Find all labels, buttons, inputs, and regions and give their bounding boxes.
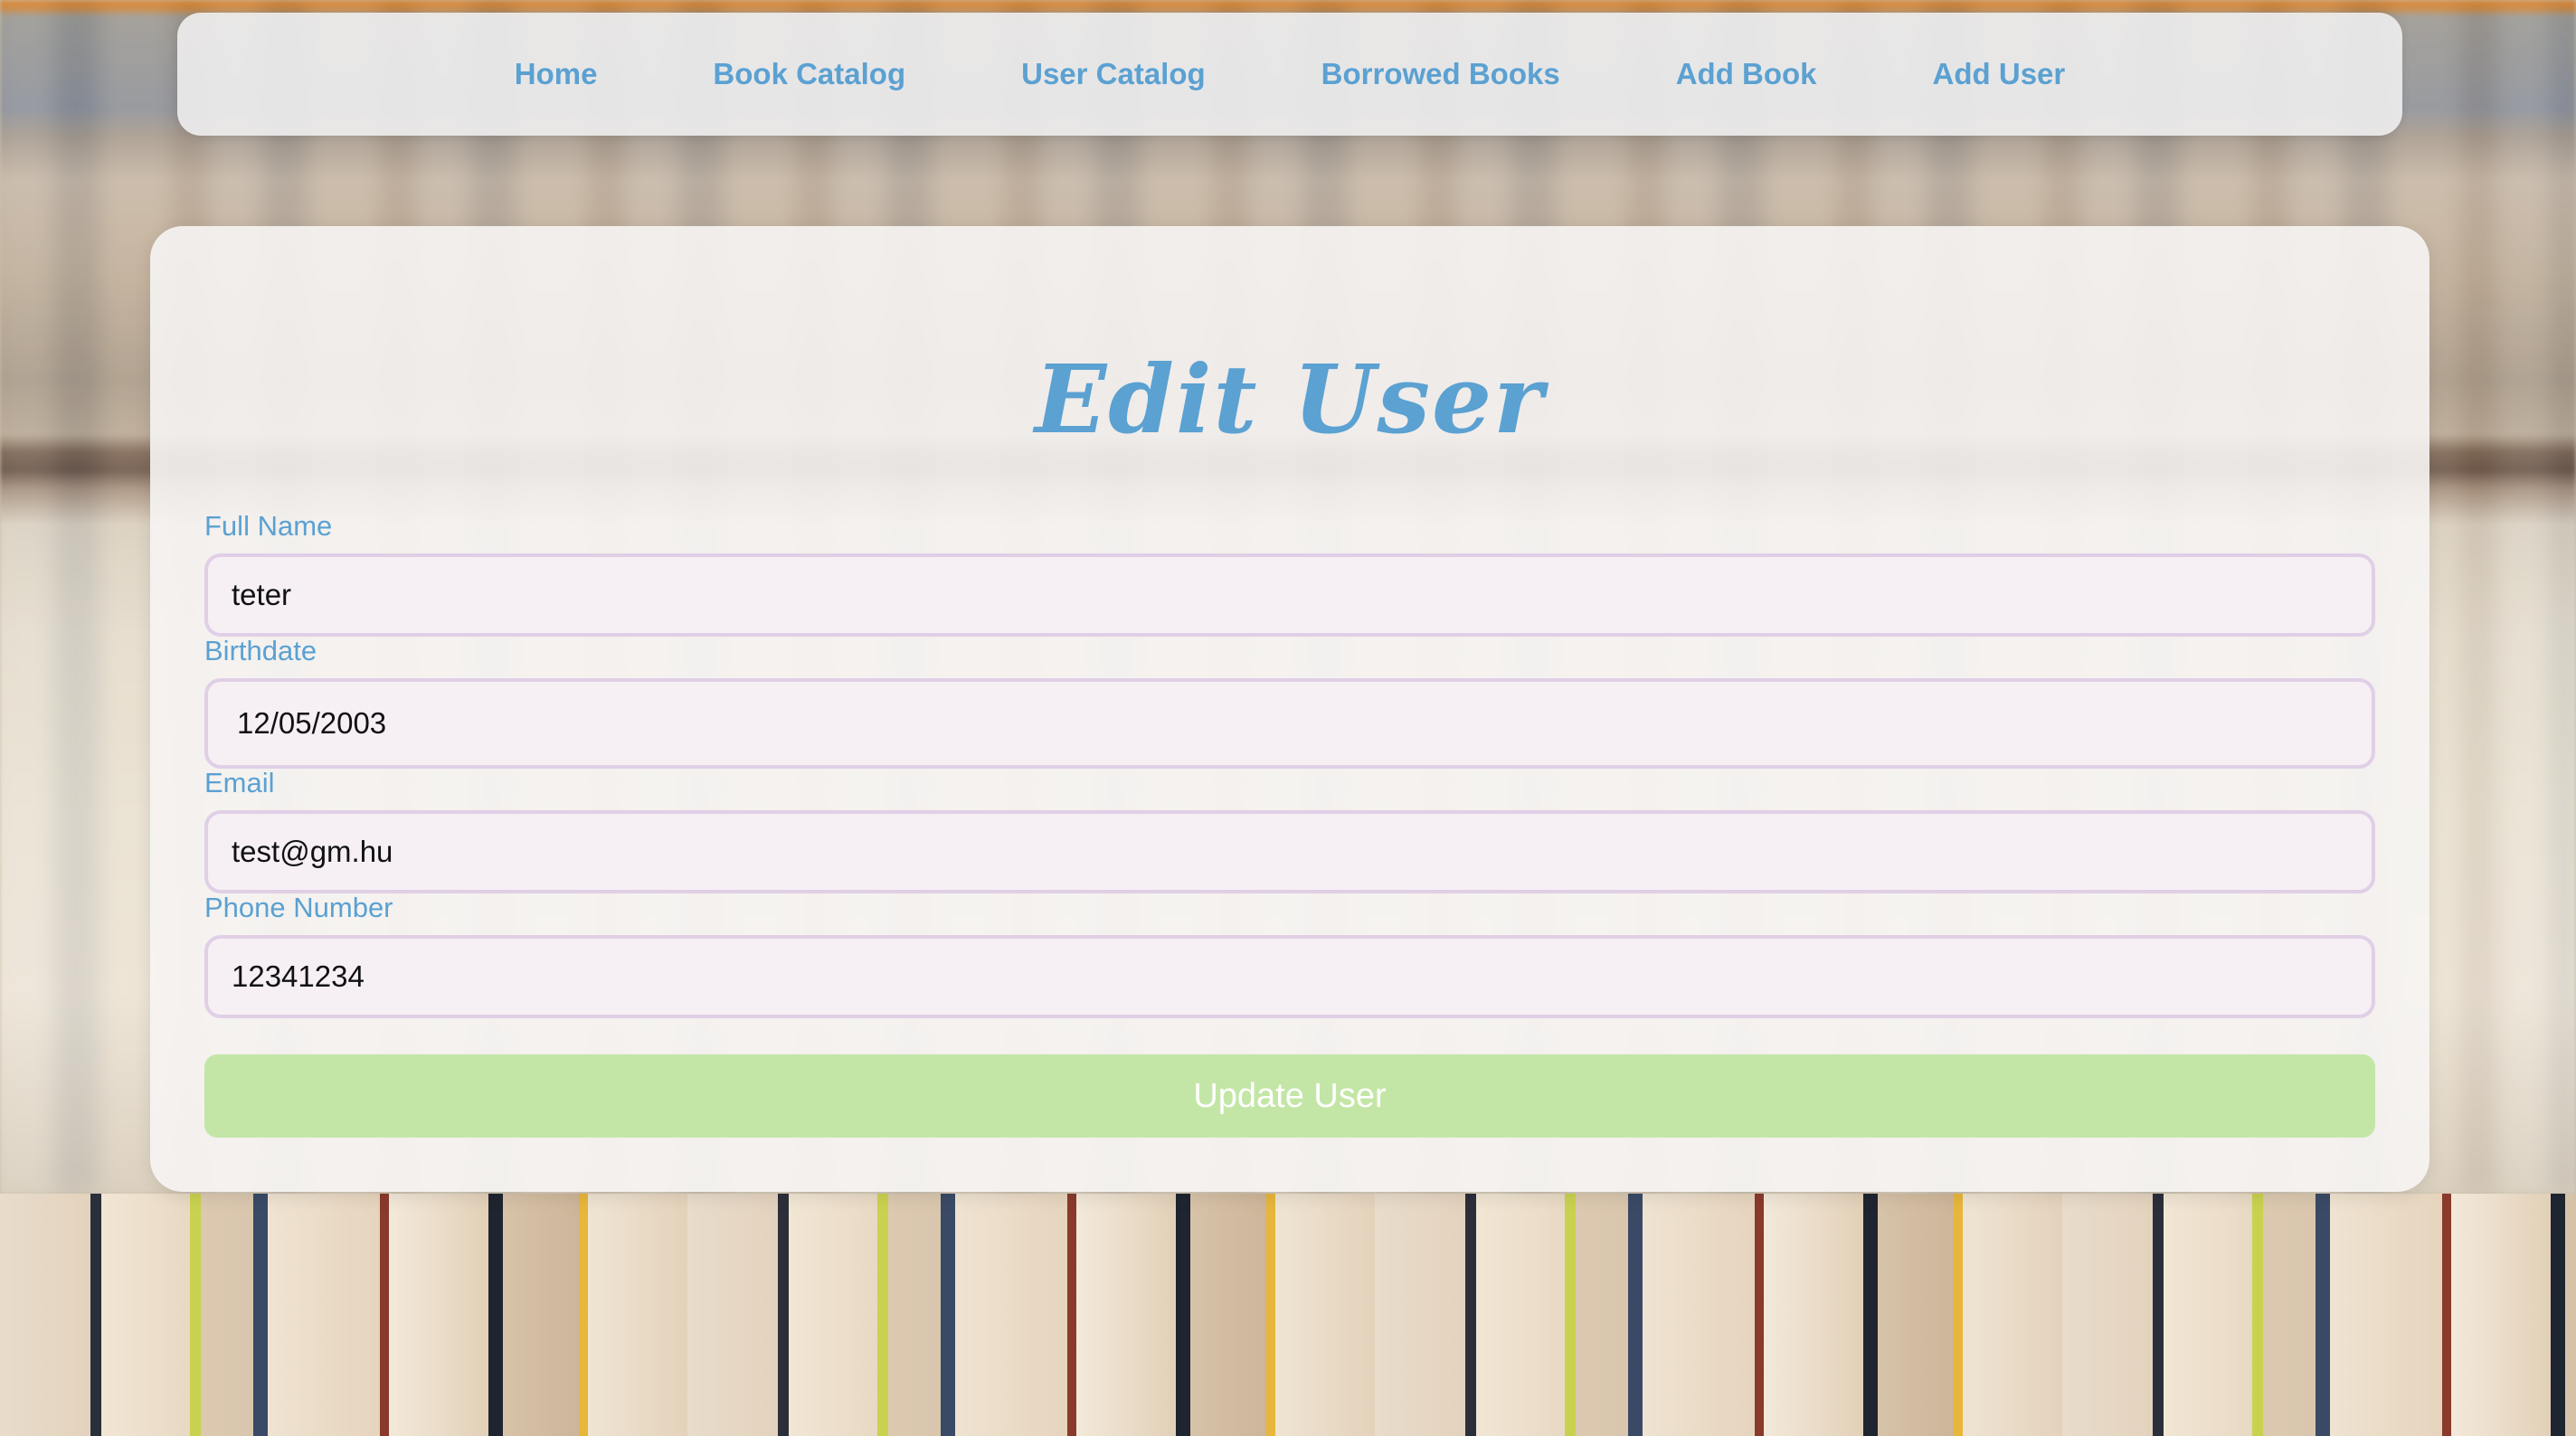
full-name-input[interactable] [204, 553, 2375, 637]
top-navbar: Home Book Catalog User Catalog Borrowed … [177, 13, 2402, 136]
email-input[interactable] [204, 810, 2375, 893]
bookshelf-spines [0, 1194, 2576, 1436]
email-label: Email [204, 767, 275, 798]
edit-user-card: Edit User Full Name Birthdate Email Phon… [150, 226, 2429, 1192]
birthdate-input[interactable] [204, 678, 2375, 769]
nav-add-user-link[interactable]: Add User [1933, 57, 2066, 91]
phone-number-label: Phone Number [204, 892, 393, 923]
birthdate-label: Birthdate [204, 635, 317, 666]
nav-home-link[interactable]: Home [515, 57, 598, 91]
phone-number-input[interactable] [204, 935, 2375, 1018]
nav-add-book-link[interactable]: Add Book [1676, 57, 1817, 91]
page-title: Edit User [1035, 344, 1545, 455]
nav-links: Home Book Catalog User Catalog Borrowed … [457, 57, 2124, 91]
full-name-label: Full Name [204, 510, 333, 542]
nav-user-catalog-link[interactable]: User Catalog [1021, 57, 1206, 91]
nav-book-catalog-link[interactable]: Book Catalog [713, 57, 905, 91]
update-user-button[interactable]: Update User [204, 1054, 2375, 1138]
nav-borrowed-books-link[interactable]: Borrowed Books [1321, 57, 1560, 91]
